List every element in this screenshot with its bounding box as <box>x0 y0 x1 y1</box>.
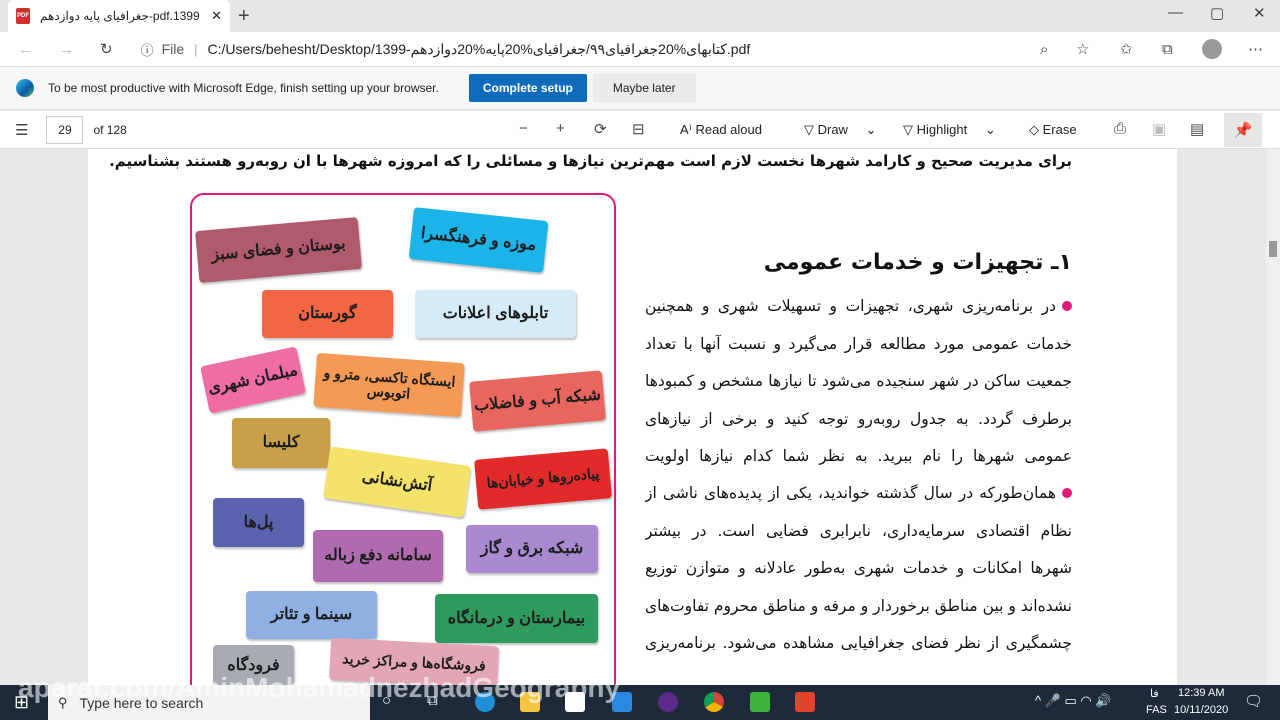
edge-icon <box>16 79 34 97</box>
label-hospital: بیمارستان و درمانگاه <box>435 594 598 643</box>
erase-label: Erase <box>1042 122 1077 137</box>
clock-time[interactable]: 12:39 AM <box>1178 687 1224 699</box>
intro-text: برای مدیریت صحیح و کارامد شهرها نخست لاز… <box>109 152 1072 170</box>
close-window-button[interactable]: ✕ <box>1253 4 1266 22</box>
url-scheme: File <box>161 41 185 57</box>
address-bar-row: ← → ↻ ⓘ File | C:/Users/behesht/Desktop/… <box>0 32 1280 66</box>
camtasia-green-icon[interactable] <box>750 692 770 712</box>
language-code[interactable]: FAS <box>1146 704 1167 716</box>
browser-tab[interactable]: PDF جغرافیای پایه دوازدهم-pdf.1399 ✕ <box>8 0 230 32</box>
clock-date[interactable]: 10/11/2020 <box>1174 704 1228 716</box>
zoom-in-icon[interactable]: + <box>556 120 565 137</box>
bullet-icon <box>1062 488 1072 498</box>
label-transit: ایستگاه تاکسی، مترو و اتوبوس <box>313 352 465 418</box>
collections-icon[interactable]: ⧉ <box>1162 41 1173 58</box>
new-tab-button[interactable]: + <box>238 5 250 28</box>
maximize-button[interactable]: ▢ <box>1210 4 1224 22</box>
read-aloud-label: Read aloud <box>695 122 762 137</box>
back-icon[interactable]: ← <box>18 41 33 58</box>
label-cemetery: گورستان <box>262 290 393 338</box>
pdf-toolbar: ☰ 29 of 128 − + ⟳ ⊟ A⁾ Read aloud ▽ Draw… <box>0 111 1280 149</box>
chrome-icon[interactable] <box>704 692 724 712</box>
chevron-down-icon[interactable]: ⌄ <box>866 122 877 137</box>
draw-icon: ▽ <box>804 122 818 137</box>
section-heading: ۱ـ تجهیزات و خدمات عمومی <box>763 250 1072 275</box>
notifications-icon[interactable]: 🗨 <box>1244 692 1263 710</box>
paragraph-1: در برنامه‌ریزی شهری، تجهیزات و تسهیلات ش… <box>645 288 1072 474</box>
contents-icon[interactable]: ☰ <box>15 121 28 139</box>
rotate-icon[interactable]: ⟳ <box>594 120 607 138</box>
paragraph-1-text: در برنامه‌ریزی شهری، تجهیزات و تسهیلات ش… <box>645 297 1072 465</box>
label-billboards: تابلوهای اعلانات <box>415 290 576 338</box>
zoom-out-icon[interactable]: − <box>519 120 528 137</box>
erase-button[interactable]: ◇ Erase <box>1029 122 1077 138</box>
close-tab-icon[interactable]: ✕ <box>211 8 222 24</box>
bullet-icon <box>1062 301 1072 311</box>
minimize-button[interactable]: — <box>1168 4 1183 21</box>
print-icon[interactable]: ⎙ <box>1114 120 1126 137</box>
pdf-icon: PDF <box>16 8 30 24</box>
refresh-icon[interactable]: ↻ <box>100 40 113 58</box>
camtasia-red-icon[interactable] <box>795 692 815 712</box>
watermark: aparat.com/AminMohamadnezhadGeography <box>18 672 621 703</box>
forward-icon[interactable]: → <box>59 41 74 58</box>
app-icon[interactable] <box>658 692 678 712</box>
eraser-icon: ◇ <box>1029 122 1043 137</box>
chevron-down-icon[interactable]: ⌄ <box>985 122 996 137</box>
tab-title: جغرافیای پایه دوازدهم-pdf.1399 <box>40 9 200 23</box>
favorites-icon[interactable]: ✩ <box>1120 40 1133 58</box>
paragraph-2: همان‌طورکه در سال گذشته خواندید، یکی از … <box>645 475 1072 685</box>
label-cinema: سینما و تئاتر <box>246 591 377 639</box>
read-aloud-button[interactable]: A⁾ Read aloud <box>680 122 762 138</box>
maybe-later-button[interactable]: Maybe later <box>592 74 696 102</box>
url-field[interactable]: C:/Users/behesht/Desktop/1399-کتابهای%20… <box>208 41 751 58</box>
scrollbar[interactable] <box>1266 149 1280 685</box>
label-waste: سامانه دفع زباله <box>313 530 443 582</box>
highlight-label: Highlight <box>916 122 968 137</box>
save-icon[interactable]: ▣ <box>1152 120 1166 138</box>
banner-text: To be most productive with Microsoft Edg… <box>48 81 439 95</box>
pin-icon[interactable]: 📌 <box>1224 113 1262 147</box>
page-count: of 128 <box>93 122 127 137</box>
save-as-icon[interactable]: ▤ <box>1190 120 1204 138</box>
tray-icons[interactable]: ^ 🎤 ▭ ◠ 🔊 <box>1035 693 1112 709</box>
label-church: کلیسا <box>232 418 330 468</box>
setup-banner: To be most productive with Microsoft Edg… <box>0 66 1280 110</box>
draw-label: Draw <box>817 122 848 137</box>
info-icon: ⓘ <box>140 42 154 58</box>
favorite-icon[interactable]: ☆ <box>1076 40 1089 58</box>
highlight-icon: ▽ <box>903 122 917 137</box>
read-aloud-icon: A⁾ <box>680 122 696 137</box>
page-number-input[interactable]: 29 <box>46 115 84 144</box>
draw-button[interactable]: ▽ Draw ⌄ <box>804 122 876 138</box>
complete-setup-button[interactable]: Complete setup <box>468 74 587 102</box>
zoom-icon[interactable]: ⌕ <box>1040 41 1048 58</box>
paragraph-2-text: همان‌طورکه در سال گذشته خواندید، یکی از … <box>645 484 1072 652</box>
tab-strip: PDF جغرافیای پایه دوازدهم-pdf.1399 ✕ + —… <box>0 0 1280 32</box>
highlight-button[interactable]: ▽ Highlight ⌄ <box>903 122 996 138</box>
avatar[interactable] <box>1202 39 1222 59</box>
label-power: شبکه برق و گاز <box>466 525 598 573</box>
fit-page-icon[interactable]: ⊟ <box>632 120 645 138</box>
label-bridges: پل‌ها <box>213 498 304 547</box>
more-icon[interactable]: ⋯ <box>1248 40 1263 58</box>
language-fa[interactable]: فا <box>1150 687 1159 700</box>
